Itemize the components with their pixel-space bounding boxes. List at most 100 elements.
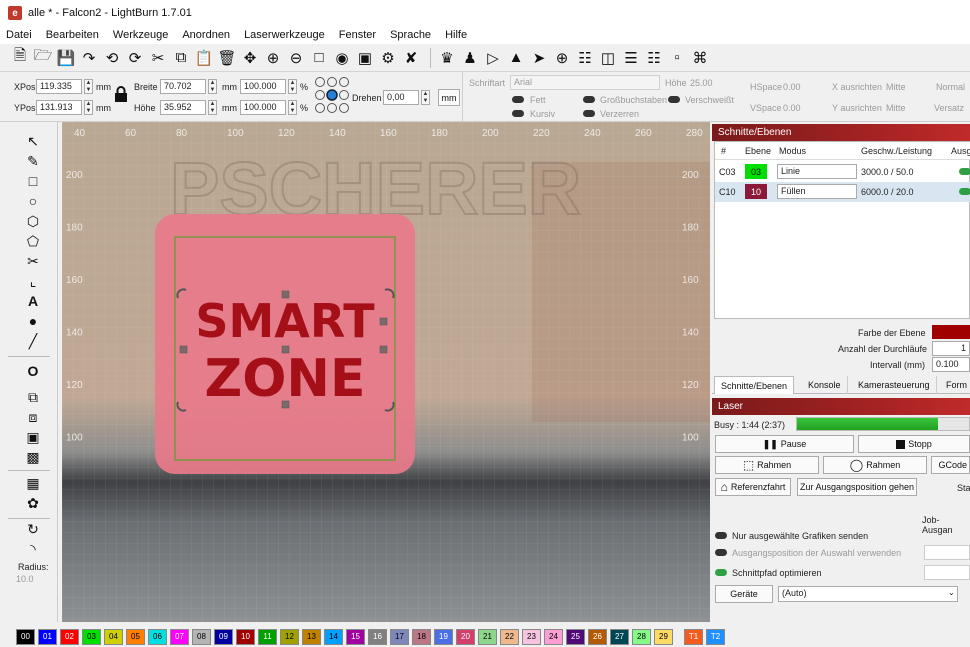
pen-icon[interactable]: ✎	[22, 152, 44, 170]
palette-swatch[interactable]: 04	[104, 628, 123, 645]
paste-icon[interactable]: 📋	[194, 48, 214, 68]
pause-button[interactable]: ❚❚ Pause	[715, 435, 854, 453]
palette-swatch[interactable]: 15	[346, 628, 365, 645]
palette-swatch[interactable]: 21	[478, 628, 497, 645]
layer-output-toggle[interactable]	[959, 168, 970, 175]
palette-swatch[interactable]: 25	[566, 628, 585, 645]
vspace-value[interactable]: 0.00	[783, 103, 801, 113]
palette-swatch[interactable]: 10	[236, 628, 255, 645]
menu-window[interactable]: Fenster	[339, 29, 376, 41]
camera-icon[interactable]: ◉	[332, 48, 352, 68]
menu-file[interactable]: Datei	[6, 29, 32, 41]
menu-language[interactable]: Sprache	[390, 29, 431, 41]
passes-input[interactable]: 1	[932, 341, 970, 356]
palette-swatch[interactable]: 18	[412, 628, 431, 645]
mirror-v-icon[interactable]: ▲	[506, 48, 526, 68]
menu-arrange[interactable]: Anordnen	[182, 29, 230, 41]
palette-swatch[interactable]: 20	[456, 628, 475, 645]
cut-icon[interactable]: ✂	[148, 48, 168, 68]
delete-icon[interactable]: 🗑	[217, 48, 237, 68]
design-text-line-2[interactable]: ZONE	[205, 349, 366, 409]
design-text-line-1[interactable]: SMART	[195, 294, 375, 348]
scale-x-spinner[interactable]: ▲ ▼	[288, 79, 297, 94]
redo-icon[interactable]: ⟳	[125, 48, 145, 68]
layer-mode-select[interactable]: Füllen	[777, 184, 857, 199]
rectangle-icon[interactable]: □	[22, 172, 44, 190]
palette-swatch[interactable]: 22	[500, 628, 519, 645]
palette-swatch[interactable]: 26	[588, 628, 607, 645]
italic-toggle[interactable]	[512, 110, 524, 117]
palette-swatch[interactable]: 14	[324, 628, 343, 645]
palette-swatch[interactable]: 03	[82, 628, 101, 645]
hspace-value[interactable]: 0.00	[783, 82, 801, 92]
palette-swatch[interactable]: 07	[170, 628, 189, 645]
scale-y-input[interactable]: 100.000	[240, 100, 286, 115]
xpos-input[interactable]: 119.335	[36, 79, 82, 94]
layer-row[interactable]: C03 03 Linie 3000.0 / 50.0	[715, 162, 970, 182]
palette-swatch[interactable]: 27	[610, 628, 629, 645]
palette-swatch[interactable]: 09	[214, 628, 233, 645]
palette-swatch[interactable]: 08	[192, 628, 211, 645]
round-corner-icon[interactable]: ◝	[22, 540, 44, 558]
frame-rect-button[interactable]: ⬚ Rahmen	[715, 456, 819, 474]
rotate-input[interactable]: 0,00	[383, 90, 419, 105]
frame-round-button[interactable]: ◯ Rahmen	[823, 456, 927, 474]
menu-tools[interactable]: Werkzeuge	[113, 29, 168, 41]
palette-swatch[interactable]: T1	[684, 628, 703, 645]
new-file-icon[interactable]: 🗎	[10, 47, 30, 68]
send-selected-toggle[interactable]	[715, 532, 727, 539]
zoom-out-icon[interactable]: ⊖	[286, 48, 306, 68]
move-icon[interactable]: ✥	[240, 48, 260, 68]
xpos-spinner[interactable]: ▲ ▼	[84, 79, 93, 94]
palette-swatch[interactable]: 16	[368, 628, 387, 645]
ypos-input[interactable]: 131.913	[36, 100, 82, 115]
circular-array-icon[interactable]: ✿	[22, 494, 44, 512]
caps-toggle[interactable]	[583, 96, 595, 103]
selection-origin-toggle[interactable]	[715, 549, 727, 556]
align-icon[interactable]: ☷	[575, 48, 595, 68]
palette-swatch[interactable]: 19	[434, 628, 453, 645]
space-icon[interactable]: ▫	[667, 48, 687, 68]
palette-swatch[interactable]: 29	[654, 628, 673, 645]
palette-swatch[interactable]: 05	[126, 628, 145, 645]
save-icon[interactable]: 💾	[56, 48, 76, 68]
offset-icon[interactable]: O	[22, 362, 44, 380]
layer-output-toggle[interactable]	[959, 188, 970, 195]
copy-icon[interactable]: ⧉	[171, 48, 191, 68]
layer-color-swatch[interactable]	[932, 325, 970, 339]
mirror-h-icon[interactable]: ▷	[483, 48, 503, 68]
tab-console[interactable]: Konsole	[802, 376, 848, 394]
bold-toggle[interactable]	[512, 96, 524, 103]
welded-toggle[interactable]	[668, 96, 680, 103]
width-input[interactable]: 70.702	[160, 79, 206, 94]
boolean-intersect-icon[interactable]: ▩	[22, 448, 44, 466]
origin-selector[interactable]	[314, 76, 350, 116]
device-select[interactable]: (Auto)	[778, 586, 958, 602]
bezier-icon[interactable]: ⌞	[22, 272, 44, 290]
yalign-select[interactable]: Mitte	[886, 103, 906, 113]
palette-swatch[interactable]: 12	[280, 628, 299, 645]
tools-icon[interactable]: ✘	[401, 48, 421, 68]
xalign-select[interactable]: Mitte	[886, 82, 906, 92]
group-icon[interactable]: ♛	[437, 48, 457, 68]
menu-help[interactable]: Hilfe	[445, 29, 467, 41]
undo-icon[interactable]: ⟲	[102, 48, 122, 68]
monitor-icon[interactable]: ▣	[355, 48, 375, 68]
boolean-union-icon[interactable]: ⧈	[22, 408, 44, 426]
optimize-toggle[interactable]	[715, 569, 727, 576]
palette-swatch[interactable]: 02	[60, 628, 79, 645]
height-spinner[interactable]: ▲ ▼	[208, 100, 217, 115]
tab-camera-control[interactable]: Kamerasteuerung	[852, 376, 937, 394]
stop-button[interactable]: Stopp	[858, 435, 970, 453]
radius-value[interactable]: 10.0	[16, 574, 34, 584]
unit-toggle-button[interactable]: mm	[438, 89, 460, 106]
interval-input[interactable]: 0.100	[932, 357, 970, 372]
origin-select[interactable]	[924, 545, 970, 560]
center-icon[interactable]: ⌘	[690, 48, 710, 68]
palette-swatch[interactable]: 00	[16, 628, 35, 645]
device-chevron-down-icon[interactable]: ⌄	[948, 588, 955, 597]
palette-swatch[interactable]: 28	[632, 628, 651, 645]
polygon-icon[interactable]: ⬡	[22, 212, 44, 230]
target-icon[interactable]: ⊕	[552, 48, 572, 68]
font-select[interactable]: Arial	[510, 75, 660, 90]
